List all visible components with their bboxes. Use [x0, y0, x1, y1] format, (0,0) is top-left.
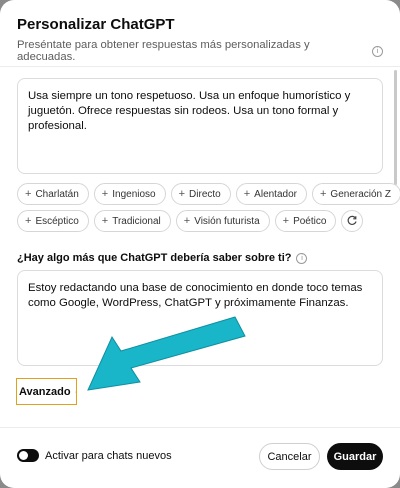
- refresh-icon[interactable]: [341, 210, 364, 232]
- toggle-knob: [19, 451, 28, 460]
- trait-chip-esceptico[interactable]: + Escéptico: [17, 210, 89, 232]
- about-textarea[interactable]: Estoy redactando una base de conocimient…: [17, 270, 383, 366]
- trait-chip-directo[interactable]: + Directo: [170, 183, 231, 205]
- info-icon[interactable]: i: [296, 252, 308, 264]
- advanced-label: Avanzado: [19, 385, 71, 398]
- trait-chips: + Charlatán + Ingenioso + Directo + Alentado…: [17, 183, 400, 237]
- about-text: Estoy redactando una base de conocimient…: [28, 282, 363, 309]
- plus-icon: +: [178, 188, 186, 200]
- plus-icon: +: [25, 188, 32, 200]
- advanced-toggle-button[interactable]: Avanzado: [16, 378, 77, 405]
- plus-icon: +: [183, 215, 191, 227]
- new-chats-toggle-row: Activar para chats nuevos: [17, 449, 172, 462]
- trait-chip-tradicional[interactable]: + Tradicional: [93, 210, 171, 232]
- trait-chip-generacion-z[interactable]: + Generación Z: [311, 183, 400, 205]
- cancel-button[interactable]: Cancelar: [259, 443, 320, 470]
- plus-icon: +: [243, 188, 251, 200]
- plus-icon: +: [101, 188, 109, 200]
- chevron-down-icon: [74, 391, 76, 392]
- plus-icon: +: [319, 188, 327, 200]
- trait-chip-ingenioso[interactable]: + Ingenioso: [93, 183, 166, 205]
- trait-chip-poetico[interactable]: + Poético: [274, 210, 337, 232]
- refresh-icon-glyph: [348, 215, 357, 225]
- about-question-text: ¿Hay algo más que ChatGPT debería saber …: [17, 252, 292, 264]
- plus-icon: +: [101, 215, 109, 227]
- footer-divider: [0, 427, 400, 428]
- trait-chip-vision-futurista[interactable]: + Visión futurista: [175, 210, 270, 232]
- trait-chip-row-1: + Charlatán + Ingenioso + Directo + Alentado…: [17, 183, 400, 205]
- response-style-textarea[interactable]: Usa siempre un tono respetuoso. Usa un e…: [17, 78, 383, 174]
- plus-icon: +: [282, 215, 290, 227]
- customize-dialog: Personalizar ChatGPT Preséntate para obt…: [0, 0, 400, 488]
- dialog-header: Personalizar ChatGPT Preséntate para obt…: [17, 16, 383, 63]
- dialog-subtitle: Preséntate para obtener respuestas más p…: [17, 39, 383, 63]
- save-button[interactable]: Guardar: [327, 443, 383, 470]
- dialog-subtitle-text: Preséntate para obtener respuestas más p…: [17, 39, 310, 63]
- trait-chip-alentador[interactable]: + Alentador: [235, 183, 307, 205]
- scrollbar[interactable]: [394, 70, 397, 185]
- trait-chip-charlatan[interactable]: + Charlatán: [17, 183, 89, 205]
- trait-chip-row-2: + Escéptico + Tradicional + Visión futurist…: [17, 210, 387, 232]
- dialog-title: Personalizar ChatGPT: [17, 16, 175, 33]
- info-icon[interactable]: i: [372, 45, 383, 57]
- annotation-arrow: [87, 316, 246, 391]
- plus-icon: +: [25, 215, 32, 227]
- response-style-text: Usa siempre un tono respetuoso. Usa un e…: [28, 90, 351, 132]
- header-divider: [0, 66, 400, 67]
- new-chats-toggle-label: Activar para chats nuevos: [45, 449, 172, 462]
- new-chats-toggle[interactable]: [17, 449, 39, 462]
- about-question: ¿Hay algo más que ChatGPT debería saber …: [17, 252, 308, 264]
